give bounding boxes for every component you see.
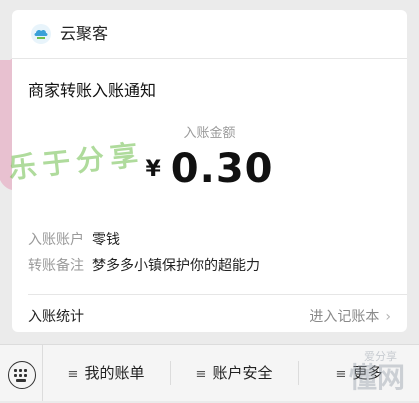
- card-header: 云聚客: [12, 10, 407, 59]
- amount-row: ¥0.30: [12, 146, 407, 192]
- transfer-notice-card: 云聚客 商家转账入账通知 入账金额 ¥0.30 入账账户 零钱 转账备注 梦多多小镇…: [12, 10, 407, 332]
- detail-key: 入账账户: [28, 232, 84, 248]
- menu-icon: ≡: [335, 367, 347, 382]
- amount-label: 入账金额: [183, 126, 236, 141]
- cloud-logo-icon: [31, 24, 51, 44]
- currency-symbol: ¥: [145, 156, 161, 182]
- menu-separator: [170, 361, 171, 385]
- detail-key: 转账备注: [28, 258, 84, 274]
- keyboard-icon: [8, 361, 36, 389]
- bottom-menu-bar: ≡ 我的账单 ≡ 账户安全 ≡ 更多: [0, 344, 419, 401]
- menu-more[interactable]: ≡ 更多: [300, 345, 418, 401]
- detail-row-account: 入账账户 零钱: [28, 230, 120, 250]
- menu-label: 我的账单: [84, 364, 145, 382]
- notice-title: 商家转账入账通知: [28, 81, 157, 100]
- menu-separator: [298, 361, 299, 385]
- divider: [28, 294, 407, 295]
- stats-link[interactable]: 入账统计: [28, 306, 84, 326]
- menu-my-bills[interactable]: ≡ 我的账单: [44, 345, 168, 401]
- detail-value: 零钱: [92, 232, 120, 248]
- amount-value: 0.30: [170, 146, 274, 192]
- menu-label: 账户安全: [212, 364, 273, 382]
- detail-row-remark: 转账备注 梦多多小镇保护你的超能力: [28, 256, 260, 276]
- app-name: 云聚客: [60, 24, 109, 43]
- ledger-label: 进入记账本: [309, 309, 380, 325]
- chevron-right-icon: ›: [385, 309, 391, 325]
- ledger-link[interactable]: 进入记账本 ›: [309, 306, 391, 326]
- menu-account-security[interactable]: ≡ 账户安全: [172, 345, 296, 401]
- menu-icon: ≡: [195, 367, 207, 382]
- menu-icon: ≡: [67, 367, 79, 382]
- keyboard-toggle-button[interactable]: [0, 345, 43, 401]
- detail-value: 梦多多小镇保护你的超能力: [92, 258, 260, 274]
- menu-label: 更多: [352, 364, 383, 382]
